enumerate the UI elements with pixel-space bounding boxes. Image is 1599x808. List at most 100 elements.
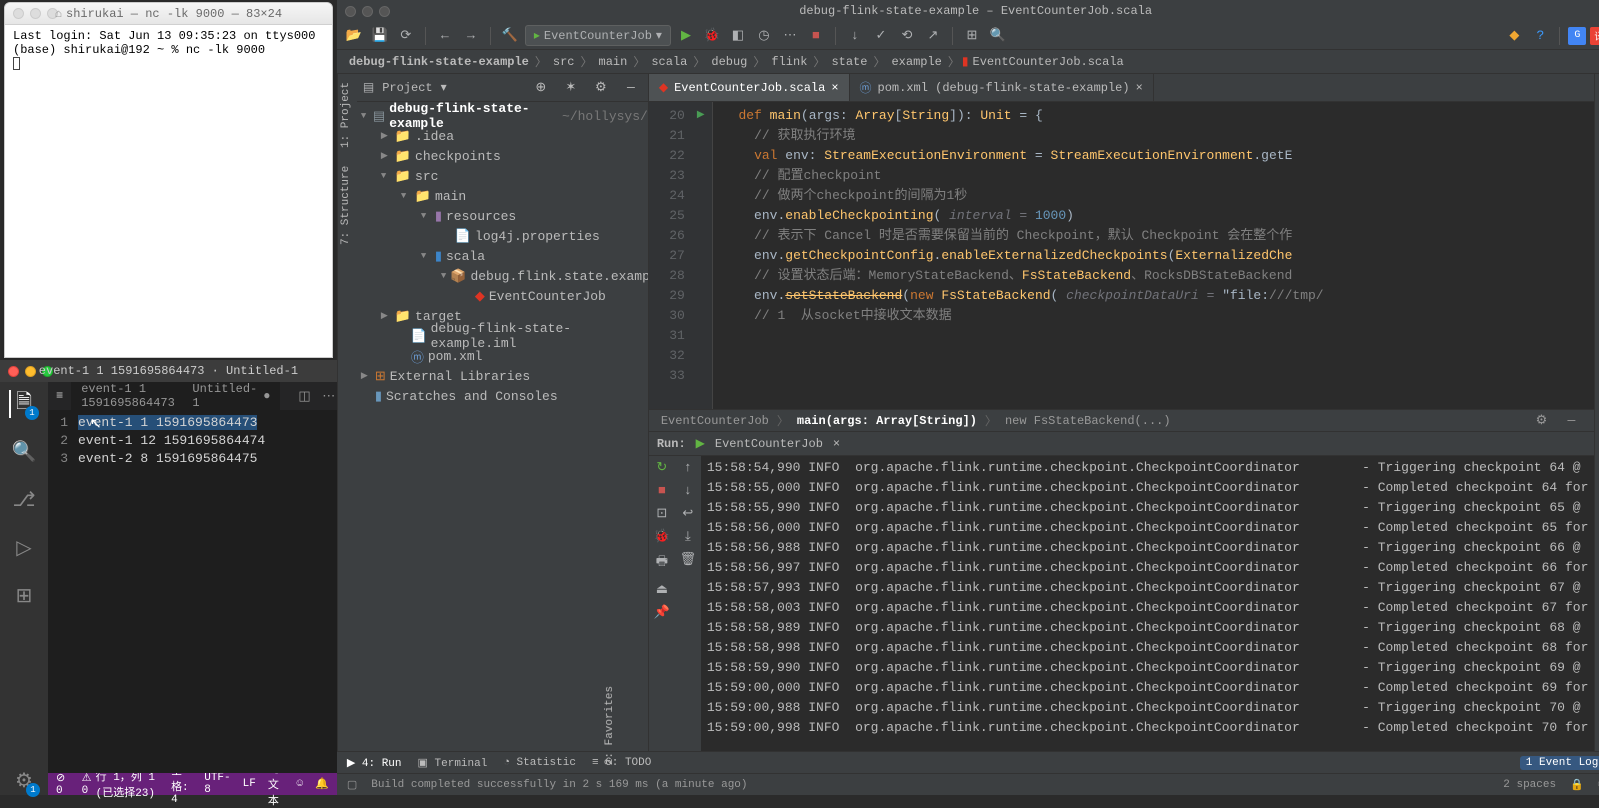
dropdown-icon[interactable]: ▾	[441, 80, 447, 95]
debug-button[interactable]: 🐞	[701, 25, 723, 47]
down-icon[interactable]: ↓	[684, 483, 692, 498]
stop-button[interactable]: ■	[805, 25, 827, 47]
layout-icon[interactable]: ⊡	[656, 506, 667, 521]
breadcrumb-item[interactable]: debug	[707, 55, 751, 69]
warnings-count[interactable]: ⚠ 0	[82, 771, 96, 797]
crumb-item[interactable]: main(args: Array[String])	[797, 414, 977, 428]
bell-icon[interactable]: 🔔	[315, 777, 329, 791]
hide-icon[interactable]: —	[1560, 410, 1582, 432]
eol[interactable]: LF	[243, 778, 256, 790]
print-icon[interactable]: 🖶	[656, 552, 668, 574]
vcs-history-icon[interactable]: ⟲	[896, 25, 918, 47]
close-icon[interactable]: ×	[1136, 81, 1143, 95]
help-icon[interactable]: ?	[1529, 25, 1551, 47]
search-icon[interactable]: 🔍	[987, 25, 1009, 47]
zoom-icon[interactable]	[47, 8, 58, 19]
exit-icon[interactable]: ⏏	[656, 582, 668, 597]
clear-icon[interactable]: 🗑	[680, 552, 697, 567]
terminal-titlebar[interactable]: ⌂shirukai — nc -lk 9000 — 83×24	[5, 3, 332, 25]
structure-icon[interactable]: ⊞	[961, 25, 983, 47]
intellij-titlebar[interactable]: debug-flink-state-example – EventCounter…	[337, 0, 1599, 22]
close-icon[interactable]: ×	[831, 81, 838, 95]
attach-icon[interactable]: ⋯	[779, 25, 801, 47]
settings-icon[interactable]: ⚙	[590, 77, 612, 99]
run-tab[interactable]: ▶ 4: Run	[347, 756, 402, 770]
run-button[interactable]: ▶	[675, 25, 697, 47]
breadcrumb-item[interactable]: state	[827, 55, 871, 69]
tree-item[interactable]: ▼▮resources	[357, 206, 648, 226]
project-toolwindow-button[interactable]: 1: Project	[340, 82, 355, 148]
minimize-icon[interactable]	[30, 8, 41, 19]
structure-toolwindow-button[interactable]: 7: Structure	[340, 166, 355, 245]
vcs-update-icon[interactable]: ↓	[844, 25, 866, 47]
vcs-commit-icon[interactable]: ✓	[870, 25, 892, 47]
search-icon[interactable]: 🔍	[10, 438, 38, 466]
locate-icon[interactable]: ⊕	[530, 77, 552, 99]
code-editor[interactable]: 2021222324252627282930313233 ▶ def main(…	[649, 102, 1595, 409]
up-icon[interactable]: ↑	[684, 460, 692, 475]
breadcrumb-item[interactable]: src	[549, 55, 579, 69]
more-icon[interactable]: ⋯	[321, 385, 337, 407]
tree-item[interactable]: ▶⊞External Libraries	[357, 366, 648, 386]
crumb-item[interactable]: new FsStateBackend(...)	[1005, 414, 1171, 428]
close-icon[interactable]	[13, 8, 24, 19]
tree-root[interactable]: ▼▤debug-flink-state-example ~/hollysys/	[357, 106, 648, 126]
console-output[interactable]: 15:58:54,990 INFO org.apache.flink.runti…	[701, 456, 1595, 751]
profile-icon[interactable]: ◷	[753, 25, 775, 47]
crumb-item[interactable]: EventCounterJob	[661, 414, 769, 428]
wrap-icon[interactable]: ↩	[682, 506, 693, 521]
run-config-selector[interactable]: ▸ EventCounterJob ▾	[525, 25, 671, 46]
split-icon[interactable]: ◫	[296, 385, 312, 407]
translate-icon[interactable]: G	[1568, 27, 1586, 45]
tree-item[interactable]: ◆EventCounterJob	[357, 286, 648, 306]
statistic-tab[interactable]: ◔ Statistic	[503, 757, 576, 769]
favorites-toolwindow-button[interactable]: 2: Favorites	[604, 686, 616, 765]
editor-tab[interactable]: ⓜpom.xml (debug-flink-state-example)×	[850, 74, 1154, 101]
editor[interactable]: 123 event-1 1 1591695864473 event-1 12 1…	[48, 410, 337, 773]
vcs-push-icon[interactable]: ↗	[922, 25, 944, 47]
project-tree[interactable]: ▼▤debug-flink-state-example ~/hollysys/ …	[357, 102, 648, 751]
encoding[interactable]: UTF-8	[204, 772, 230, 796]
errors-count[interactable]: ⊘ 0	[56, 771, 70, 797]
breadcrumb-item[interactable]: debug-flink-state-example	[345, 55, 533, 69]
build-icon[interactable]: 🔨	[499, 25, 521, 47]
breadcrumb-item[interactable]: flink	[767, 55, 811, 69]
vscode-titlebar[interactable]: event-1 1 1591695864473 · Untitled-1	[0, 360, 337, 382]
jira-icon[interactable]: ◆	[1503, 25, 1525, 47]
feedback-icon[interactable]: ☺	[297, 778, 304, 790]
code-content[interactable]: def main(args: Array[String]): Unit = { …	[713, 102, 1595, 409]
terminal-tab[interactable]: ▣ Terminal	[418, 756, 488, 770]
collapse-icon[interactable]: ✶	[560, 77, 582, 99]
settings-icon[interactable]: ⚙1	[10, 767, 38, 795]
extensions-icon[interactable]: ⊞	[10, 582, 38, 610]
editor-tab[interactable]: ◆EventCounterJob.scala×	[649, 74, 850, 101]
coverage-icon[interactable]: ◧	[727, 25, 749, 47]
dump-icon[interactable]: 🐞	[654, 529, 670, 544]
forward-icon[interactable]: →	[460, 25, 482, 47]
explorer-icon[interactable]: 🗎1	[9, 390, 37, 418]
breadcrumb-item[interactable]: example	[887, 55, 945, 69]
scroll-icon[interactable]: ⤓	[685, 529, 691, 544]
tree-item[interactable]: 📄log4j.properties	[357, 226, 648, 246]
editor-tab[interactable]: event-1 1 1591695864473 Untitled-1 ●	[71, 378, 280, 414]
open-icon[interactable]: 📂	[343, 25, 365, 47]
minimize-icon[interactable]	[25, 366, 36, 377]
tree-item[interactable]: ▼📁src	[357, 166, 648, 186]
tree-item[interactable]: ▼📁main	[357, 186, 648, 206]
refresh-icon[interactable]: ⟳	[395, 25, 417, 47]
save-icon[interactable]: 💾	[369, 25, 391, 47]
pin-icon[interactable]: 📌	[654, 605, 670, 620]
hide-icon[interactable]: —	[620, 77, 642, 99]
close-icon[interactable]: ×	[833, 437, 840, 451]
breadcrumb-item[interactable]: EventCounterJob.scala	[969, 55, 1128, 69]
breadcrumb-item[interactable]: scala	[647, 55, 691, 69]
event-log-button[interactable]: 1 Event Log	[1520, 756, 1599, 770]
back-icon[interactable]: ←	[434, 25, 456, 47]
zoom-icon[interactable]	[42, 366, 53, 377]
tree-item[interactable]: ▮Scratches and Consoles	[357, 386, 648, 406]
tree-item[interactable]: ▼▮scala	[357, 246, 648, 266]
translate2-icon[interactable]: 译	[1590, 27, 1599, 45]
settings-icon[interactable]: ⚙	[1530, 410, 1552, 432]
terminal-body[interactable]: Last login: Sat Jun 13 09:35:23 on ttys0…	[5, 25, 332, 357]
source-control-icon[interactable]: ⎇	[10, 486, 38, 514]
